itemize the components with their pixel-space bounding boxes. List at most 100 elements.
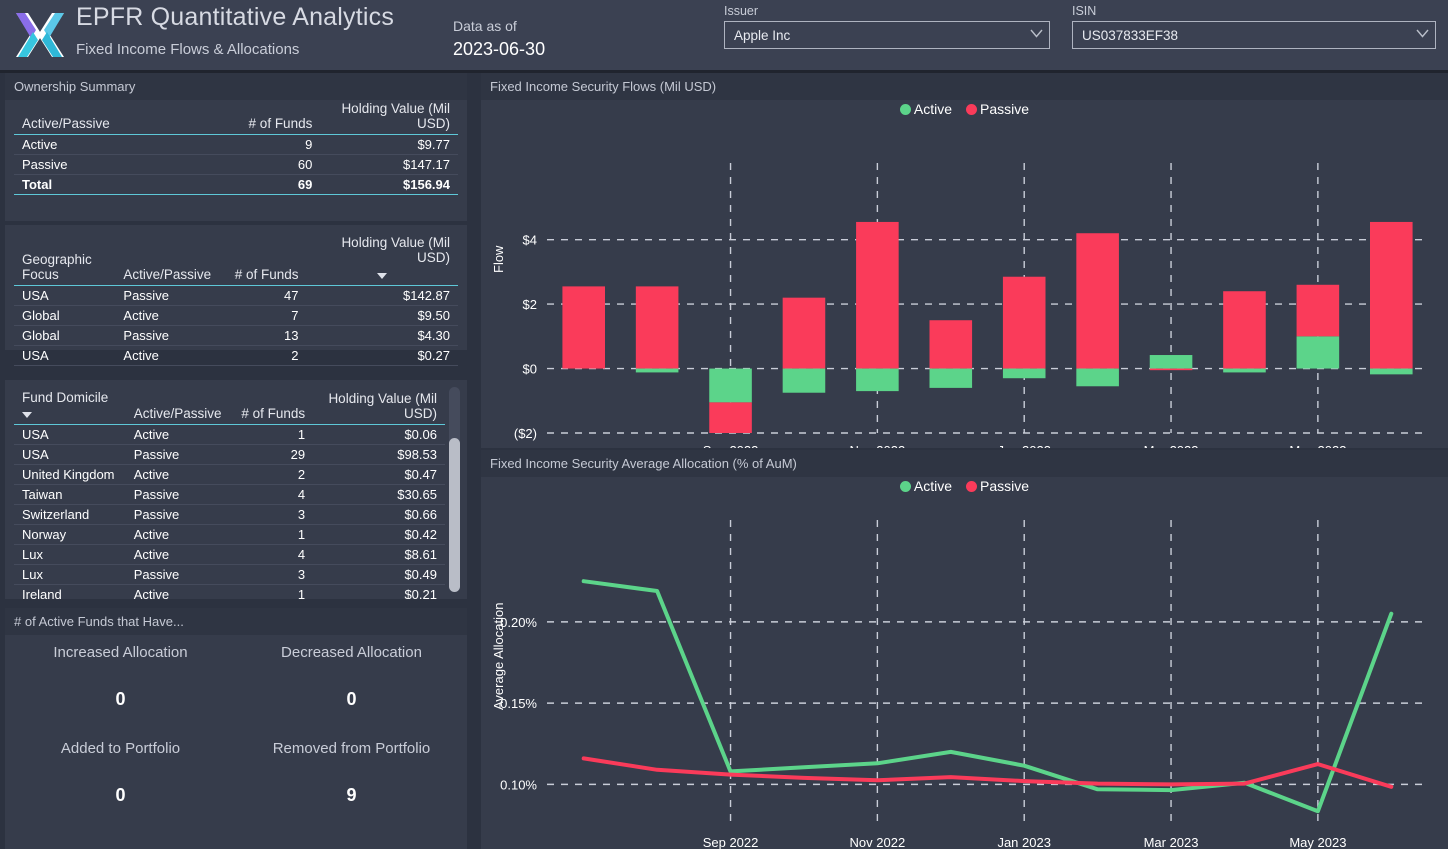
active-funds-kpi-title: # of Active Funds that Have...	[5, 608, 467, 635]
left-column: Ownership Summary Active/Passive # of Fu…	[0, 73, 472, 849]
bar-segment[interactable]	[1370, 368, 1413, 375]
bar-group[interactable]	[562, 286, 605, 369]
bar-segment[interactable]	[1296, 284, 1340, 337]
col-num-funds[interactable]: # of Funds	[219, 231, 307, 286]
bar-group[interactable]	[1149, 355, 1193, 371]
table-row[interactable]: Global Active 7 $9.50	[14, 305, 458, 326]
col-num-funds[interactable]: # of Funds	[222, 97, 321, 135]
flows-chart-body: Active Passive Flow $4$2$0($2)Sep 2022No…	[481, 93, 1448, 448]
flows-chart-svg: $4 $2 $0 ($2) Sep 2022 Nov 2022 Jan 2023 Mar 20…	[514, 163, 1428, 448]
bar-segment[interactable]	[1002, 276, 1046, 369]
table-row[interactable]: Lux Passive 3 $0.49	[14, 564, 445, 585]
chevron-down-icon	[1416, 29, 1429, 40]
cell-type: Passive	[125, 564, 230, 585]
col-fund-domicile[interactable]: Fund Domicile	[14, 386, 126, 425]
bar-segment[interactable]	[856, 221, 899, 369]
table-row[interactable]: Passive 60 $147.17	[14, 154, 458, 175]
bar-group[interactable]	[1076, 233, 1119, 387]
bar-segment[interactable]	[1223, 291, 1266, 369]
cell-funds: 13	[219, 325, 307, 346]
bar-segment[interactable]	[562, 286, 605, 369]
table-row[interactable]: USA Passive 47 $142.87	[14, 285, 458, 306]
kpi-added-to-portfolio: Added to Portfolio 0	[5, 740, 236, 836]
bar-segment[interactable]	[929, 368, 973, 388]
right-column: Fixed Income Security Flows (Mil USD) Ac…	[476, 73, 1448, 849]
table-row[interactable]: USA Active 2 $0.27	[14, 345, 458, 366]
vertical-scrollbar[interactable]	[449, 387, 460, 592]
bar-segment[interactable]	[1076, 233, 1119, 369]
bar-group[interactable]	[1002, 276, 1046, 379]
cell-type: Active	[115, 345, 220, 366]
bar-segment[interactable]	[709, 402, 752, 433]
fund-domicile-panel: Fund Domicile Active/Passive # of Funds …	[5, 380, 467, 599]
col-active-passive[interactable]: Active/Passive	[125, 386, 230, 425]
col-holding-value[interactable]: Holding Value (Mil USD)	[320, 97, 458, 135]
cell-type: Active	[125, 584, 230, 599]
col-num-funds[interactable]: # of Funds	[229, 386, 314, 425]
issuer-select[interactable]: Apple Inc	[724, 21, 1050, 49]
bar-group[interactable]	[635, 286, 679, 373]
cell-funds: 1	[229, 424, 314, 445]
table-row[interactable]: Ireland Active 1 $0.21	[14, 584, 445, 599]
cell-value: $9.77	[320, 134, 458, 155]
table-row[interactable]: Norway Active 1 $0.42	[14, 524, 445, 545]
bar-segment[interactable]	[1149, 368, 1193, 371]
col-active-passive[interactable]: Active/Passive	[14, 97, 223, 135]
fund-domicile-table: Fund Domicile Active/Passive # of Funds …	[14, 386, 445, 599]
fund-domicile-body: USA Active 1 $0.06 USA Passive 29 $98.53 Unite…	[14, 424, 445, 599]
bar-segment[interactable]	[1076, 368, 1119, 387]
line-series-passive[interactable]	[581, 756, 1394, 789]
kpi-label: Decreased Allocation	[281, 644, 422, 661]
sort-descending-caret-icon	[22, 412, 32, 418]
sort-descending-caret-icon	[377, 273, 388, 279]
col-geographic-focus[interactable]: Geographic Focus	[14, 231, 116, 286]
cell-value: $0.42	[313, 524, 445, 545]
bar-group[interactable]	[782, 297, 826, 393]
table-row[interactable]: United Kingdom Active 2 $0.47	[14, 464, 445, 485]
bar-segment[interactable]	[1223, 368, 1266, 373]
bar-group[interactable]	[856, 221, 899, 392]
col-holding-value[interactable]: Holding Value (Mil USD)	[313, 386, 445, 425]
bar-segment[interactable]	[782, 297, 826, 369]
table-row[interactable]: Active 9 $9.77	[14, 134, 458, 155]
bar-segment[interactable]	[635, 368, 679, 373]
table-row[interactable]: Switzerland Passive 3 $0.66	[14, 504, 445, 525]
bar-segment[interactable]	[1149, 355, 1193, 369]
page-subtitle: Fixed Income Flows & Allocations	[76, 41, 300, 58]
isin-select[interactable]: US037833EF38	[1072, 21, 1436, 49]
col-active-passive[interactable]: Active/Passive	[115, 231, 220, 286]
scrollbar-thumb[interactable]	[449, 438, 460, 592]
cell-value: $0.49	[313, 564, 445, 585]
bar-segment[interactable]	[1002, 368, 1046, 379]
table-row[interactable]: Lux Active 4 $8.61	[14, 544, 445, 565]
bar-segment[interactable]	[782, 368, 826, 393]
x-tick-label: Nov 2022	[850, 443, 906, 448]
col-holding-value[interactable]: Holding Value (Mil USD)	[306, 231, 458, 286]
bar-group[interactable]	[929, 320, 973, 388]
bar-group[interactable]	[1296, 284, 1340, 369]
cell-funds: 7	[219, 305, 307, 326]
x-tick-label: May 2023	[1289, 443, 1346, 448]
kpi-decreased-allocation: Decreased Allocation 0	[236, 644, 467, 740]
issuer-selected-value: Apple Inc	[734, 27, 791, 43]
bar-segment[interactable]	[709, 368, 752, 403]
table-row[interactable]: Global Passive 13 $4.30	[14, 325, 458, 346]
flows-chart-panel: Fixed Income Security Flows (Mil USD) Ac…	[481, 73, 1448, 448]
table-row[interactable]: USA Passive 29 $98.53	[14, 444, 445, 465]
table-row[interactable]: USA Active 1 $0.06	[14, 424, 445, 445]
active-funds-kpi-panel: # of Active Funds that Have... Increased…	[5, 608, 467, 849]
bar-group[interactable]	[709, 368, 752, 433]
cell-value: $147.17	[320, 154, 458, 175]
bar-group[interactable]	[1370, 221, 1413, 375]
bar-segment[interactable]	[929, 320, 973, 369]
bar-segment[interactable]	[1370, 221, 1413, 369]
bar-segment[interactable]	[1296, 336, 1340, 369]
table-header-row: Active/Passive # of Funds Holding Value …	[14, 97, 458, 135]
cell-funds: 3	[229, 504, 314, 525]
bar-group[interactable]	[1223, 291, 1266, 373]
x-tick-label: May 2023	[1289, 835, 1346, 849]
bar-segment[interactable]	[635, 286, 679, 369]
table-row[interactable]: Taiwan Passive 4 $30.65	[14, 484, 445, 505]
cell-value: $0.06	[313, 424, 445, 445]
bar-segment[interactable]	[856, 368, 899, 392]
